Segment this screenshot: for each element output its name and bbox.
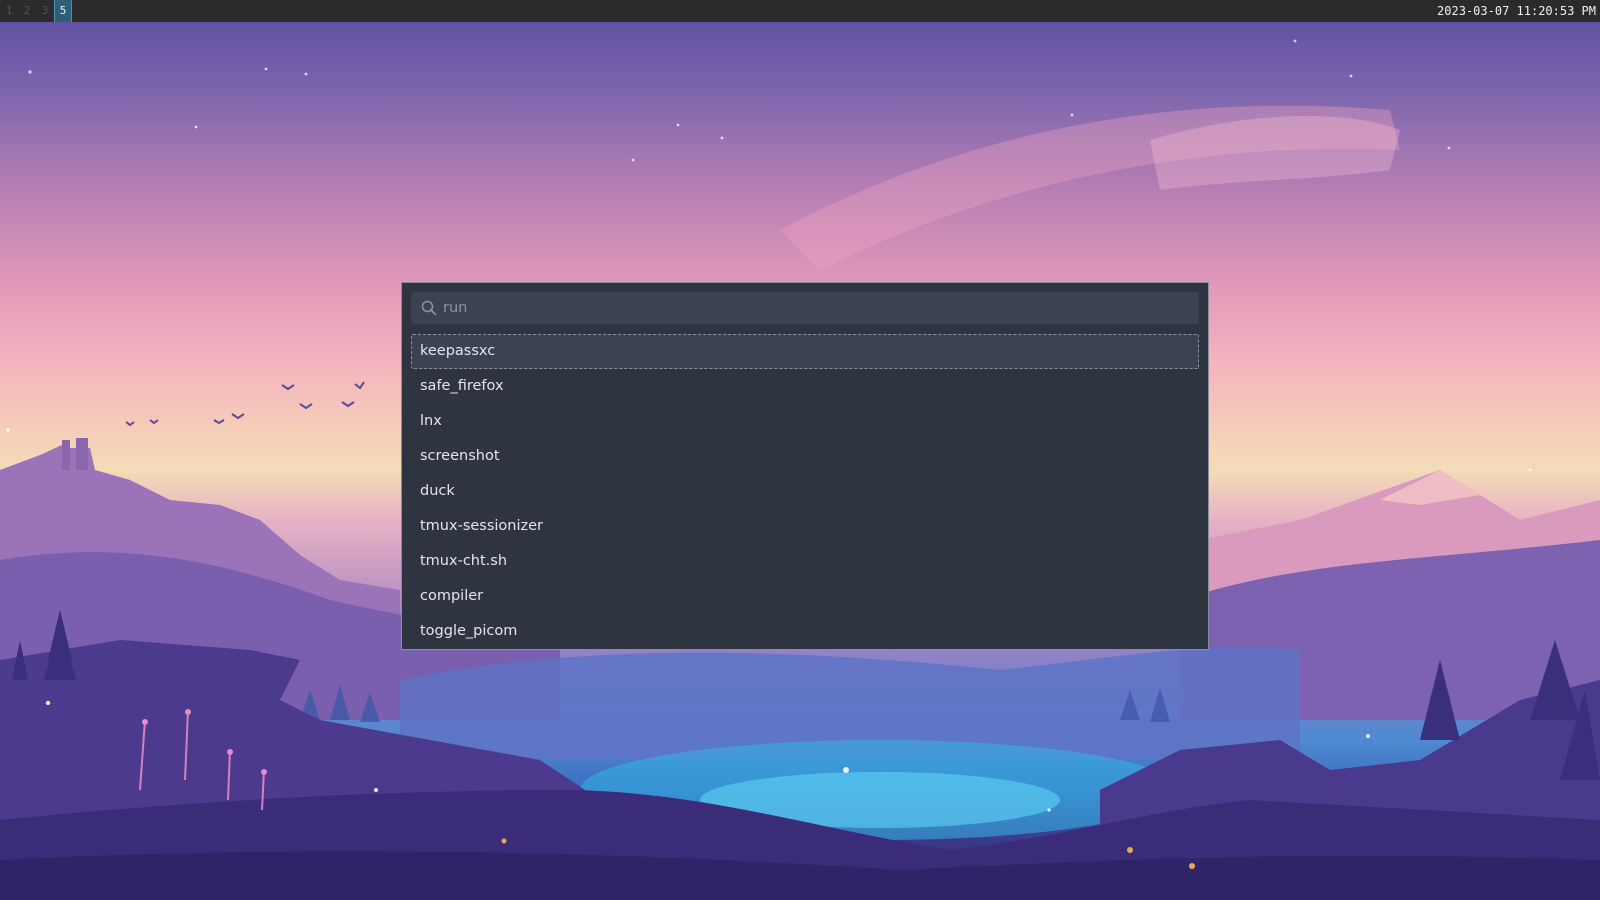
workspace-3[interactable]: 3: [36, 0, 54, 22]
result-item-keepassxc[interactable]: keepassxc: [411, 334, 1199, 369]
result-item-tmux-sessionizer[interactable]: tmux-sessionizer: [411, 509, 1199, 544]
result-item-tmux-cht[interactable]: tmux-cht.sh: [411, 544, 1199, 579]
result-list: keepassxc safe_firefox lnx screenshot du…: [411, 334, 1199, 649]
search-icon: [421, 300, 437, 316]
top-status-bar: 1 2 3 5 2023-03-07 11:20:53 PM: [0, 0, 1600, 22]
result-item-duck[interactable]: duck: [411, 474, 1199, 509]
result-item-compiler[interactable]: compiler: [411, 579, 1199, 614]
run-launcher: keepassxc safe_firefox lnx screenshot du…: [401, 282, 1209, 650]
result-item-screenshot[interactable]: screenshot: [411, 439, 1199, 474]
clock: 2023-03-07 11:20:53 PM: [1437, 4, 1596, 18]
workspace-1[interactable]: 1: [0, 0, 18, 22]
workspace-2[interactable]: 2: [18, 0, 36, 22]
search-bar[interactable]: [411, 292, 1199, 324]
result-item-safe-firefox[interactable]: safe_firefox: [411, 369, 1199, 404]
result-item-toggle-picom[interactable]: toggle_picom: [411, 614, 1199, 649]
workspace-list: 1 2 3 5: [0, 0, 72, 22]
workspace-5-active[interactable]: 5: [54, 0, 72, 22]
search-input[interactable]: [443, 300, 1189, 316]
result-item-lnx[interactable]: lnx: [411, 404, 1199, 439]
